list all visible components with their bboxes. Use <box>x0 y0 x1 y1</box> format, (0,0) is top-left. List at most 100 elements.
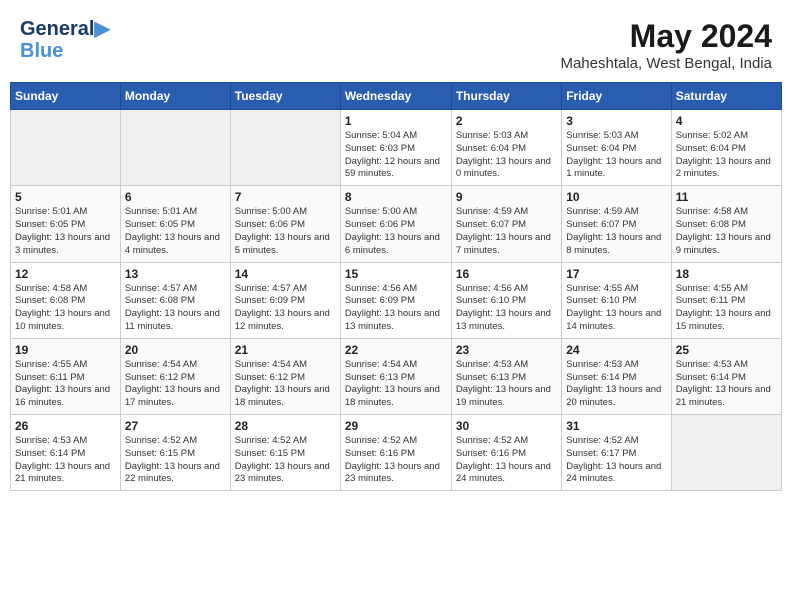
cell-info: Sunrise: 4:59 AM Sunset: 6:07 PM Dayligh… <box>566 206 666 257</box>
page-header: General▶ Blue May 2024 Maheshtala, West … <box>10 10 782 78</box>
calendar-cell: 4 Sunrise: 5:02 AM Sunset: 6:04 PM Daylig… <box>671 110 781 186</box>
calendar-cell: 16Sunrise: 4:56 AM Sunset: 6:10 PM Dayli… <box>451 262 561 338</box>
calendar-week-row: 5 Sunrise: 5:01 AM Sunset: 6:05 PM Daylig… <box>11 186 782 262</box>
calendar-cell: 24Sunrise: 4:53 AM Sunset: 6:14 PM Dayli… <box>562 338 671 414</box>
cell-info: Sunrise: 4:57 AM Sunset: 6:09 PM Dayligh… <box>235 283 336 334</box>
cell-info: Sunrise: 4:58 AM Sunset: 6:08 PM Dayligh… <box>15 283 116 334</box>
calendar-cell: 29Sunrise: 4:52 AM Sunset: 6:16 PM Dayli… <box>340 415 451 491</box>
day-number: 1 <box>345 114 447 128</box>
calendar-week-row: 12 Sunrise: 4:58 AM Sunset: 6:08 PM Dayli… <box>11 262 782 338</box>
day-number: 25 <box>676 343 777 357</box>
calendar-table: SundayMondayTuesdayWednesdayThursdayFrid… <box>10 82 782 491</box>
day-number: 24 <box>566 343 666 357</box>
weekday-header: Wednesday <box>340 83 451 110</box>
cell-info: Sunrise: 4:53 AM Sunset: 6:14 PM Dayligh… <box>676 359 777 410</box>
weekday-header: Sunday <box>11 83 121 110</box>
day-number: 5 <box>15 190 116 204</box>
cell-info: Sunrise: 4:52 AM Sunset: 6:15 PM Dayligh… <box>125 435 226 486</box>
calendar-cell: 20 Sunrise: 4:54 AM Sunset: 6:12 PM Dayli… <box>120 338 230 414</box>
cell-info: Sunrise: 5:00 AM Sunset: 6:06 PM Dayligh… <box>235 206 336 257</box>
calendar-cell: 6 Sunrise: 5:01 AM Sunset: 6:05 PM Daylig… <box>120 186 230 262</box>
day-number: 20 <box>125 343 226 357</box>
day-number: 8 <box>345 190 447 204</box>
calendar-cell <box>120 110 230 186</box>
weekday-header: Monday <box>120 83 230 110</box>
day-number: 4 <box>676 114 777 128</box>
cell-info: Sunrise: 4:52 AM Sunset: 6:16 PM Dayligh… <box>456 435 557 486</box>
calendar-cell: 7 Sunrise: 5:00 AM Sunset: 6:06 PM Daylig… <box>230 186 340 262</box>
day-number: 22 <box>345 343 447 357</box>
day-number: 11 <box>676 190 777 204</box>
day-number: 2 <box>456 114 557 128</box>
day-number: 29 <box>345 419 447 433</box>
day-number: 7 <box>235 190 336 204</box>
weekday-header: Friday <box>562 83 671 110</box>
cell-info: Sunrise: 5:00 AM Sunset: 6:06 PM Dayligh… <box>345 206 447 257</box>
calendar-cell <box>11 110 121 186</box>
calendar-cell: 3Sunrise: 5:03 AM Sunset: 6:04 PM Daylig… <box>562 110 671 186</box>
day-number: 17 <box>566 267 666 281</box>
cell-info: Sunrise: 4:56 AM Sunset: 6:09 PM Dayligh… <box>345 283 447 334</box>
calendar-cell: 30 Sunrise: 4:52 AM Sunset: 6:16 PM Dayli… <box>451 415 561 491</box>
calendar-cell: 13 Sunrise: 4:57 AM Sunset: 6:08 PM Dayli… <box>120 262 230 338</box>
calendar-cell: 18 Sunrise: 4:55 AM Sunset: 6:11 PM Dayli… <box>671 262 781 338</box>
cell-info: Sunrise: 4:52 AM Sunset: 6:17 PM Dayligh… <box>566 435 666 486</box>
calendar-week-row: 1Sunrise: 5:04 AM Sunset: 6:03 PM Daylig… <box>11 110 782 186</box>
day-number: 26 <box>15 419 116 433</box>
day-number: 6 <box>125 190 226 204</box>
day-number: 18 <box>676 267 777 281</box>
calendar-cell: 10 Sunrise: 4:59 AM Sunset: 6:07 PM Dayli… <box>562 186 671 262</box>
calendar-cell: 5Sunrise: 5:01 AM Sunset: 6:05 PM Daylig… <box>11 186 121 262</box>
calendar-cell: 27 Sunrise: 4:52 AM Sunset: 6:15 PM Dayli… <box>120 415 230 491</box>
calendar-cell: 23Sunrise: 4:53 AM Sunset: 6:13 PM Dayli… <box>451 338 561 414</box>
weekday-header: Tuesday <box>230 83 340 110</box>
calendar-cell: 22Sunrise: 4:54 AM Sunset: 6:13 PM Dayli… <box>340 338 451 414</box>
cell-info: Sunrise: 4:55 AM Sunset: 6:10 PM Dayligh… <box>566 283 666 334</box>
weekday-header: Thursday <box>451 83 561 110</box>
logo: General▶ Blue <box>20 18 110 62</box>
calendar-cell: 21 Sunrise: 4:54 AM Sunset: 6:12 PM Dayli… <box>230 338 340 414</box>
calendar-cell: 17 Sunrise: 4:55 AM Sunset: 6:10 PM Dayli… <box>562 262 671 338</box>
cell-info: Sunrise: 4:53 AM Sunset: 6:13 PM Dayligh… <box>456 359 557 410</box>
cell-info: Sunrise: 4:55 AM Sunset: 6:11 PM Dayligh… <box>676 283 777 334</box>
weekday-header: Saturday <box>671 83 781 110</box>
calendar-cell <box>230 110 340 186</box>
day-number: 27 <box>125 419 226 433</box>
day-number: 28 <box>235 419 336 433</box>
day-number: 30 <box>456 419 557 433</box>
calendar-body: 1Sunrise: 5:04 AM Sunset: 6:03 PM Daylig… <box>11 110 782 491</box>
day-number: 13 <box>125 267 226 281</box>
calendar-header-row: SundayMondayTuesdayWednesdayThursdayFrid… <box>11 83 782 110</box>
calendar-cell: 25 Sunrise: 4:53 AM Sunset: 6:14 PM Dayli… <box>671 338 781 414</box>
cell-info: Sunrise: 5:02 AM Sunset: 6:04 PM Dayligh… <box>676 130 777 181</box>
cell-info: Sunrise: 5:01 AM Sunset: 6:05 PM Dayligh… <box>125 206 226 257</box>
cell-info: Sunrise: 4:54 AM Sunset: 6:12 PM Dayligh… <box>125 359 226 410</box>
day-number: 21 <box>235 343 336 357</box>
cell-info: Sunrise: 5:03 AM Sunset: 6:04 PM Dayligh… <box>456 130 557 181</box>
cell-info: Sunrise: 4:55 AM Sunset: 6:11 PM Dayligh… <box>15 359 116 410</box>
day-number: 10 <box>566 190 666 204</box>
location: Maheshtala, West Bengal, India <box>560 55 772 72</box>
cell-info: Sunrise: 4:59 AM Sunset: 6:07 PM Dayligh… <box>456 206 557 257</box>
title-block: May 2024 Maheshtala, West Bengal, India <box>560 18 772 72</box>
calendar-cell: 8 Sunrise: 5:00 AM Sunset: 6:06 PM Daylig… <box>340 186 451 262</box>
cell-info: Sunrise: 4:54 AM Sunset: 6:12 PM Dayligh… <box>235 359 336 410</box>
logo-text: General▶ <box>20 18 110 40</box>
cell-info: Sunrise: 4:57 AM Sunset: 6:08 PM Dayligh… <box>125 283 226 334</box>
calendar-cell: 28 Sunrise: 4:52 AM Sunset: 6:15 PM Dayli… <box>230 415 340 491</box>
calendar-cell: 15 Sunrise: 4:56 AM Sunset: 6:09 PM Dayli… <box>340 262 451 338</box>
logo-blue: Blue <box>20 40 110 62</box>
day-number: 14 <box>235 267 336 281</box>
day-number: 3 <box>566 114 666 128</box>
calendar-week-row: 19 Sunrise: 4:55 AM Sunset: 6:11 PM Dayli… <box>11 338 782 414</box>
cell-info: Sunrise: 4:52 AM Sunset: 6:15 PM Dayligh… <box>235 435 336 486</box>
calendar-cell <box>671 415 781 491</box>
month-title: May 2024 <box>560 18 772 55</box>
calendar-cell: 19 Sunrise: 4:55 AM Sunset: 6:11 PM Dayli… <box>11 338 121 414</box>
day-number: 15 <box>345 267 447 281</box>
day-number: 19 <box>15 343 116 357</box>
calendar-cell: 12 Sunrise: 4:58 AM Sunset: 6:08 PM Dayli… <box>11 262 121 338</box>
calendar-cell: 2 Sunrise: 5:03 AM Sunset: 6:04 PM Daylig… <box>451 110 561 186</box>
day-number: 12 <box>15 267 116 281</box>
day-number: 16 <box>456 267 557 281</box>
